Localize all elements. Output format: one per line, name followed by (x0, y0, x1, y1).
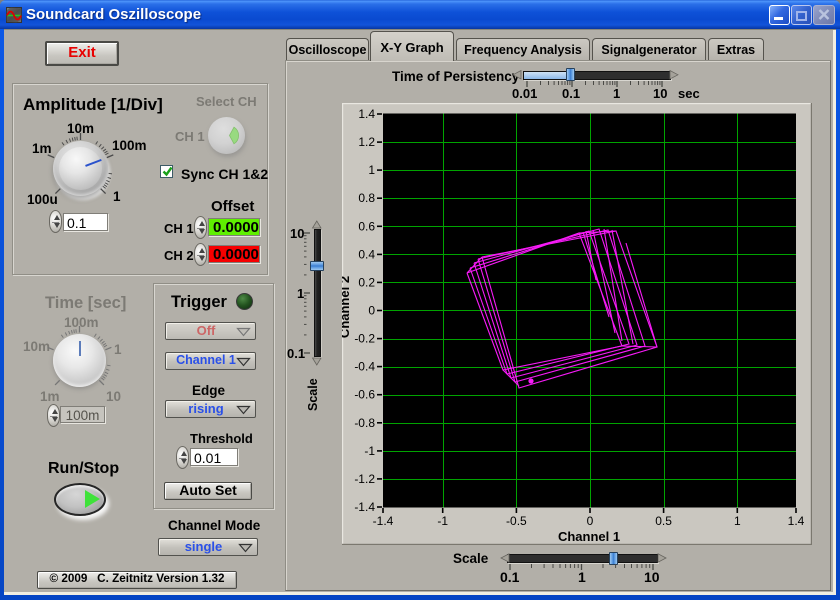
svg-text:1: 1 (368, 163, 375, 177)
svg-text:-0.5: -0.5 (506, 514, 527, 528)
svg-text:1.4: 1.4 (358, 107, 375, 121)
svg-text:-1.4: -1.4 (373, 514, 394, 528)
svg-text:0.2: 0.2 (358, 275, 375, 289)
svg-text:-1.2: -1.2 (354, 472, 375, 486)
svg-text:0: 0 (368, 304, 375, 318)
svg-text:1: 1 (734, 514, 741, 528)
svg-text:Channel 1: Channel 1 (558, 529, 620, 544)
svg-text:1.4: 1.4 (788, 514, 805, 528)
svg-text:-1: -1 (364, 444, 375, 458)
svg-text:-1: -1 (437, 514, 448, 528)
svg-text:0: 0 (587, 514, 594, 528)
svg-text:-1.4: -1.4 (354, 500, 375, 514)
svg-text:0.5: 0.5 (655, 514, 672, 528)
svg-text:1.2: 1.2 (358, 135, 375, 149)
svg-text:-0.8: -0.8 (354, 416, 375, 430)
svg-text:-0.4: -0.4 (354, 360, 375, 374)
svg-text:0.8: 0.8 (358, 191, 375, 205)
svg-text:0.6: 0.6 (358, 219, 375, 233)
svg-text:-0.2: -0.2 (354, 332, 375, 346)
svg-text:-0.6: -0.6 (354, 388, 375, 402)
svg-text:0.4: 0.4 (358, 247, 375, 261)
svg-text:Channel 2: Channel 2 (342, 276, 352, 338)
